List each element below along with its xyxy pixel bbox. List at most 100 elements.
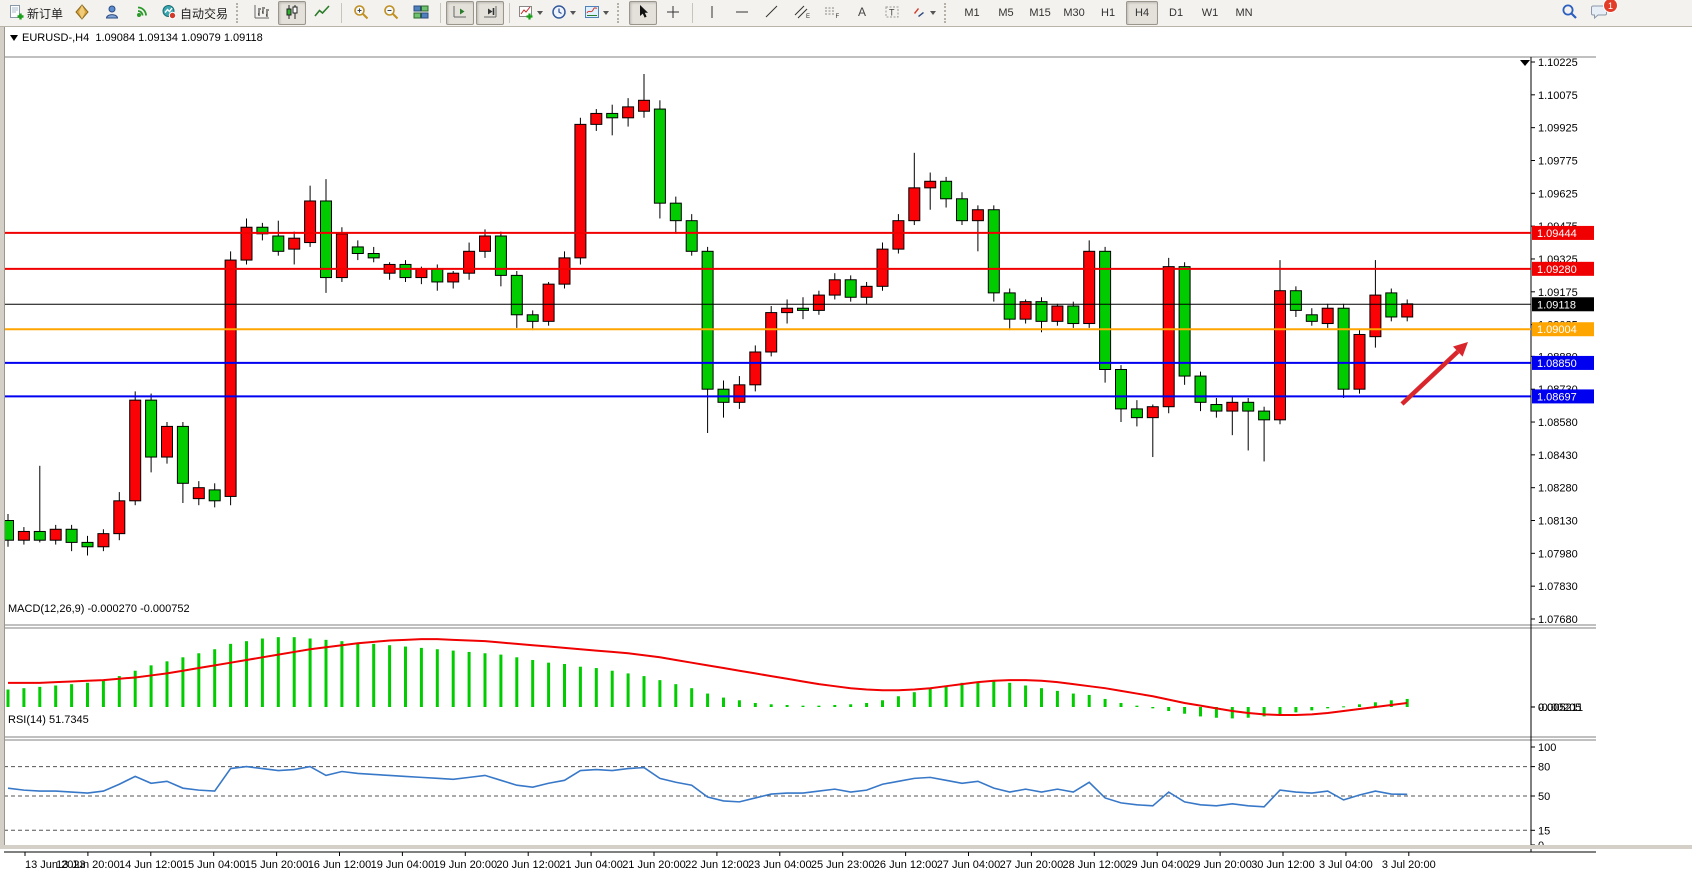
candle-body <box>670 203 681 221</box>
horizontal-line-button[interactable] <box>728 1 756 25</box>
macd-histogram-bar <box>945 686 948 707</box>
candle-body <box>988 210 999 293</box>
chevron-down-icon <box>10 35 18 41</box>
new-order-label: 新订单 <box>27 5 63 22</box>
period-button[interactable] <box>548 1 579 25</box>
candle-body <box>1227 402 1238 411</box>
macd-histogram-bar <box>197 653 200 707</box>
zoom-in-button[interactable] <box>347 1 375 25</box>
shift-chart-button[interactable] <box>446 1 474 25</box>
toolbar-drag-handle[interactable] <box>617 3 624 23</box>
styles-icon <box>74 4 90 23</box>
candle-body <box>925 181 936 188</box>
zoom-out-button[interactable] <box>377 1 405 25</box>
candle-body <box>400 264 411 277</box>
candle-body <box>607 113 618 117</box>
toolbar-separator <box>509 3 510 23</box>
signal-button[interactable] <box>128 1 156 25</box>
candle-body <box>1052 306 1063 321</box>
timeframe-m5-button[interactable]: M5 <box>990 1 1022 25</box>
add-indicator-button[interactable] <box>515 1 546 25</box>
dropdown-caret-icon <box>603 11 609 15</box>
macd-histogram-bar <box>134 671 137 707</box>
fibonacci-button[interactable]: F <box>818 1 846 25</box>
macd-histogram-bar <box>643 676 646 707</box>
candle-body <box>972 210 983 221</box>
timeframe-h1-button[interactable]: H1 <box>1092 1 1124 25</box>
auto-trading-button[interactable]: 自动交易 <box>158 1 231 25</box>
macd-histogram-bar <box>658 680 661 707</box>
candlestick-chart-button[interactable] <box>278 1 306 25</box>
macd-histogram-bar <box>929 688 932 707</box>
candle-body <box>273 236 284 251</box>
candle-body <box>861 286 872 297</box>
vertical-line-button[interactable] <box>698 1 726 25</box>
shift-chart-icon <box>451 4 469 23</box>
candle-body <box>1116 369 1127 408</box>
timeframe-mn-button[interactable]: MN <box>1228 1 1260 25</box>
crosshair-button[interactable] <box>659 1 687 25</box>
macd-histogram-bar <box>213 649 216 707</box>
text-button[interactable]: A <box>848 1 876 25</box>
svg-text:1.09444: 1.09444 <box>1537 228 1577 240</box>
svg-text:T: T <box>889 7 895 17</box>
styles-button[interactable] <box>68 1 96 25</box>
candle-body <box>702 251 713 389</box>
timeframe-h4-button[interactable]: H4 <box>1126 1 1158 25</box>
candle-body <box>877 249 888 286</box>
rsi-indicator-label: RSI(14) 51.7345 <box>8 714 89 726</box>
candle-body <box>464 251 475 273</box>
candle-body <box>1402 304 1413 317</box>
candle-body <box>432 269 443 282</box>
candle-body <box>1290 291 1301 311</box>
svg-text:E: E <box>806 14 810 20</box>
crosshair-icon <box>665 4 681 23</box>
svg-text:27 Jun 20:00: 27 Jun 20:00 <box>1000 859 1064 871</box>
chart-window: 1.102251.100751.099251.097751.096251.094… <box>0 27 1692 849</box>
macd-indicator-label: MACD(12,26,9) -0.000270 -0.000752 <box>8 603 190 615</box>
toolbar-separator <box>341 3 342 23</box>
cursor-button[interactable] <box>629 1 657 25</box>
candle-body <box>957 199 968 221</box>
toolbar-drag-handle[interactable] <box>944 3 951 23</box>
candle-body <box>34 531 45 540</box>
macd-histogram-bar <box>976 681 979 707</box>
trendline-button[interactable] <box>758 1 786 25</box>
candle-body <box>1195 376 1206 402</box>
svg-text:1.07830: 1.07830 <box>1538 581 1578 593</box>
timeframe-m30-button[interactable]: M30 <box>1058 1 1090 25</box>
macd-histogram-bar <box>1120 703 1123 707</box>
new-order-button[interactable]: 新订单 <box>5 1 66 25</box>
svg-text:29 Jun 20:00: 29 Jun 20:00 <box>1188 859 1252 871</box>
candle-body <box>734 385 745 403</box>
timeframe-w1-button[interactable]: W1 <box>1194 1 1226 25</box>
notifications-button[interactable]: 1 <box>1585 1 1613 25</box>
candle-body <box>177 426 188 483</box>
macd-histogram-bar <box>913 692 916 707</box>
text-label-button[interactable]: T <box>878 1 906 25</box>
channel-button[interactable]: E <box>788 1 816 25</box>
arrow-tools-button[interactable] <box>908 1 939 25</box>
macd-histogram-bar <box>706 694 709 707</box>
candle-body <box>50 529 61 540</box>
line-chart-button[interactable] <box>308 1 336 25</box>
macd-histogram-bar <box>674 684 677 707</box>
candle-body <box>336 234 347 278</box>
search-button[interactable] <box>1555 1 1583 25</box>
template-button[interactable] <box>581 1 612 25</box>
timeframe-m15-button[interactable]: M15 <box>1024 1 1056 25</box>
macd-histogram-bar <box>961 683 964 707</box>
bar-chart-button[interactable] <box>248 1 276 25</box>
timeframe-m1-button[interactable]: M1 <box>956 1 988 25</box>
timeframe-d1-button[interactable]: D1 <box>1160 1 1192 25</box>
macd-histogram-bar <box>738 700 741 707</box>
toolbar-drag-handle[interactable] <box>236 3 243 23</box>
chart-canvas[interactable]: 1.102251.100751.099251.097751.096251.094… <box>0 54 1692 876</box>
profile-button[interactable] <box>98 1 126 25</box>
tile-windows-button[interactable] <box>407 1 435 25</box>
svg-text:F: F <box>836 14 840 20</box>
candle-body <box>654 109 665 203</box>
window-bottom-edge <box>0 845 1692 849</box>
auto-scroll-button[interactable] <box>476 1 504 25</box>
macd-histogram-bar <box>865 703 868 707</box>
